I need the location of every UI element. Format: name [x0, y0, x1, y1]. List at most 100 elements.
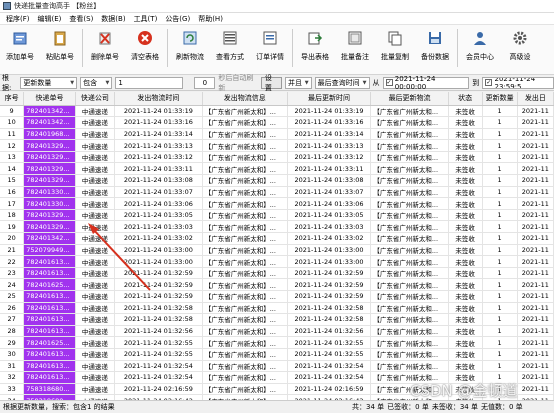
order-detail-label: 订单详情: [256, 53, 284, 61]
time-field-select[interactable]: 最后查询时间 ▼: [314, 76, 370, 89]
table-row[interactable]: 11 782401968... 中通速递 2021-11-24 01:33:14 【广东…: [0, 128, 554, 141]
col-header-send-info[interactable]: 发出物流信息: [202, 92, 288, 106]
order-detail-button[interactable]: 订单详情: [253, 29, 287, 62]
export-icon: [306, 29, 324, 47]
col-header-last-update-info[interactable]: 最后更新物流: [370, 92, 449, 106]
col-header-status[interactable]: 状态: [448, 92, 483, 106]
col-header-update-count[interactable]: 更新数量: [482, 92, 518, 106]
cell-carrier: 中通速递: [75, 255, 116, 268]
table-row[interactable]: 20 782401342... 中通速递 2021-11-24 01:33:02 【广东…: [0, 232, 554, 245]
table-row[interactable]: 10 782401342... 中通速递 2021-11-24 01:33:16 【广东…: [0, 116, 554, 129]
table-row[interactable]: 31 782401613... 中通速递 2021-11-24 01:32:54 【广东…: [0, 360, 554, 373]
cell-send-info: 【广东省广州新太和】...: [202, 278, 288, 291]
cell-last-update-time: 2021-11-24 01:32:55: [287, 348, 372, 361]
menu-view[interactable]: 查看(S): [65, 14, 97, 24]
from-date-checkbox[interactable]: ✓: [385, 79, 393, 86]
to-date-input[interactable]: ✓ 2021-11-24 23:59:5: [482, 76, 554, 89]
menu-data[interactable]: 数据(B): [97, 14, 129, 24]
cell-last-update-time: 2021-11-24 01:33:00: [287, 255, 372, 268]
table-row[interactable]: 29 782401625... 中通速递 2021-11-24 01:32:55 【广东…: [0, 336, 554, 349]
menu-edit[interactable]: 编辑(E): [34, 14, 66, 24]
export-table-label: 导出表格: [301, 53, 329, 61]
member-center-button[interactable]: 会员中心: [463, 29, 497, 62]
table-row[interactable]: 9 782401342... 中通速递 2021-11-24 01:33:19 【广东省…: [0, 105, 554, 118]
results-table-container[interactable]: 序号 快递单号 快递公司 发出物流时间 发出物流信息 最后更新时间 最后更新物流…: [0, 92, 554, 400]
menu-notice[interactable]: 公告(G): [161, 14, 194, 24]
table-row[interactable]: 15 782401329... 中通速递 2021-11-24 01:33:08 【广东…: [0, 174, 554, 187]
table-row[interactable]: 27 782401613... 中通速递 2021-11-24 01:32:58 【广东…: [0, 313, 554, 326]
table-row[interactable]: 13 782401329... 中通速递 2021-11-24 01:33:12 【广东…: [0, 151, 554, 164]
paste-waybill-button[interactable]: 粘贴单号: [43, 29, 77, 62]
filter-value-input[interactable]: 1: [115, 76, 184, 89]
to-date-checkbox[interactable]: ✓: [485, 79, 493, 86]
table-row[interactable]: 14 782401329... 中通速递 2021-11-24 01:33:11 【广东…: [0, 162, 554, 176]
cell-carrier: 中通速递: [75, 186, 116, 199]
table-row[interactable]: 22 782401613... 中通速递 2021-11-24 01:33:00 【广东…: [0, 255, 554, 268]
cell-carrier: 中通速递: [75, 209, 116, 222]
cell-status: 未签收: [448, 348, 483, 361]
menu-tools[interactable]: 工具(T): [130, 14, 162, 24]
table-row[interactable]: 25 782401613... 中通速递 2021-11-24 01:32:59 【广东…: [0, 290, 554, 303]
status-bar: 根据更新数量，搜索：包含1 的结果 共：34 单 已签收：0 单 未签收：34 …: [0, 400, 554, 413]
col-header-send-date[interactable]: 发出日: [517, 92, 554, 106]
table-row[interactable]: 28 782401613... 中通速递 2021-11-24 01:32:56 【广东…: [0, 325, 554, 338]
advanced-settings-button[interactable]: 高级设: [503, 29, 537, 62]
cell-waybill: 782401329...: [23, 220, 76, 234]
backup-data-button[interactable]: 备份数据: [418, 29, 452, 62]
cell-status: 未签收: [448, 186, 483, 199]
table-row[interactable]: 30 782401613... 中通速递 2021-11-24 01:32:55 【广东…: [0, 348, 554, 361]
cell-carrier: 中通速递: [75, 336, 116, 349]
table-row[interactable]: 17 782401330... 中通速递 2021-11-24 01:33:06 【广东…: [0, 197, 554, 210]
export-table-button[interactable]: 导出表格: [298, 29, 332, 62]
cell-update-count: 1: [482, 151, 518, 164]
table-row[interactable]: 18 782401329... 中通速递 2021-11-24 01:33:05 【广东…: [0, 209, 554, 222]
logic-select[interactable]: 并且 ▼: [285, 76, 312, 89]
delete-waybill-button[interactable]: 删除单号: [88, 29, 122, 62]
table-row[interactable]: 32 782401613... 中通速递 2021-11-24 01:32:54 【广东…: [0, 371, 554, 384]
table-row[interactable]: 12 782401329... 中通速递 2021-11-24 01:33:13 【广东…: [0, 139, 554, 152]
cell-send-time: 2021-11-24 01:33:00: [114, 244, 203, 257]
refresh-interval-input[interactable]: 0: [194, 76, 216, 89]
from-date-input[interactable]: ✓ 2021-11-24 00:00:00: [382, 75, 470, 91]
cell-update-count: 1: [482, 232, 518, 245]
filter-operator-select[interactable]: 包含 ▼: [80, 76, 113, 89]
batch-note-button[interactable]: 批量备注: [338, 29, 372, 62]
cell-status: 未签收: [448, 313, 483, 326]
menu-help[interactable]: 帮助(H): [194, 14, 227, 24]
cell-carrier: 中通速递: [75, 371, 116, 384]
cell-send-time: 2021-11-24 01:32:59: [114, 267, 203, 280]
table-row[interactable]: 23 782401613... 中通速递 2021-11-24 01:32:59 【广东…: [0, 267, 554, 280]
logic-value: 并且: [288, 78, 302, 87]
refresh-logistics-button[interactable]: 刷新物流: [173, 29, 207, 62]
batch-copy-button[interactable]: 批量复制: [378, 29, 412, 62]
table-row[interactable]: 21 752079949... 中通速递 2021-11-24 01:33:00 【广东…: [0, 244, 554, 257]
add-waybill-button[interactable]: 添加单号: [3, 29, 37, 62]
results-table: 序号 快递单号 快递公司 发出物流时间 发出物流信息 最后更新时间 最后更新物流…: [0, 92, 554, 400]
menu-program[interactable]: 程序(F): [2, 14, 34, 24]
cell-send-info: 【广东省广州新太和】...: [202, 313, 288, 326]
col-header-waybill[interactable]: 快递单号: [23, 92, 76, 106]
table-row[interactable]: 24 782401625... 中通速递 2021-11-24 01:32:59 【广东…: [0, 278, 554, 291]
table-row[interactable]: 33 758318680... 中通速递 2021-11-24 02:16:59 【广东…: [0, 383, 554, 396]
table-row[interactable]: 26 782401613... 中通速递 2021-11-24 01:32:58 【广东…: [0, 302, 554, 315]
cell-status: 未签收: [448, 255, 483, 268]
settings-button[interactable]: 设置: [260, 74, 282, 92]
cell-update-count: 1: [482, 244, 518, 257]
cell-waybill: 782401329...: [23, 151, 76, 164]
col-header-index[interactable]: 序号: [0, 92, 25, 106]
col-header-last-update-time[interactable]: 最后更新时间: [287, 92, 372, 106]
cell-update-count: 1: [482, 360, 518, 373]
view-mode-button[interactable]: 查看方式: [213, 29, 247, 62]
cell-send-info: 【广东省广州新太和】...: [202, 128, 288, 141]
col-header-carrier[interactable]: 快递公司: [75, 92, 116, 106]
cell-send-info: 【广东省广州新太和】...: [202, 371, 288, 384]
cell-send-date: 2021-11: [517, 302, 554, 315]
clear-table-button[interactable]: 清空表格: [128, 29, 162, 62]
table-row[interactable]: 16 782401330... 中通速递 2021-11-24 01:33:07 【广东…: [0, 186, 554, 199]
cell-status: 未签收: [448, 116, 483, 129]
cell-last-update-info: 【广东省广州新太和...: [370, 348, 449, 361]
filter-field-select[interactable]: 更新数量 ▼: [20, 76, 78, 89]
table-row[interactable]: 19 782401329... 中通速递 2021-11-24 01:33:03 【广东…: [0, 220, 554, 234]
cell-index: 23: [0, 267, 25, 280]
col-header-send-time[interactable]: 发出物流时间: [114, 92, 203, 106]
